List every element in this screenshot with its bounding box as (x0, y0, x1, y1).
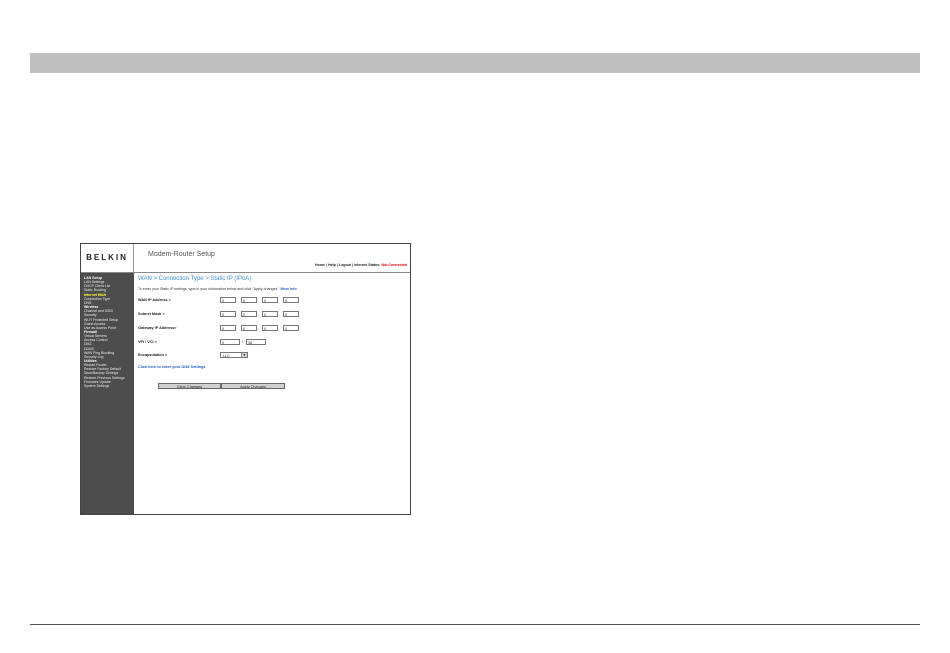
internet-status-value: Not Connected (381, 263, 407, 267)
footer-rule (30, 624, 920, 625)
dns-settings-link[interactable]: Click here to enter your DNS Settings (138, 365, 206, 369)
encapsulation-select[interactable]: LLC ▼ (220, 352, 248, 358)
wan-ip-octet-4[interactable]: 0 (283, 297, 299, 303)
sidebar-nav: LAN Setup LAN Settings DHCP Client List Sta… (81, 273, 134, 514)
more-info-link[interactable]: More Info (281, 287, 297, 291)
gateway-dot-2: . (258, 326, 260, 331)
vpi-vci-separator: / (242, 339, 244, 344)
wan-ip-octet-1[interactable]: 0 (220, 297, 236, 303)
main-content: WAN > Connection Type > Static IP (IPoA)… (134, 273, 410, 514)
gateway-octet-3[interactable]: 0 (262, 325, 278, 331)
subnet-octet-1[interactable]: 0 (220, 311, 236, 317)
top-header-band (30, 53, 920, 73)
subnet-dot-3: . (279, 312, 281, 317)
breadcrumb: WAN > Connection Type > Static IP (IPoA) (138, 276, 252, 282)
sidebar-item[interactable]: System Settings (84, 384, 109, 388)
gateway-octet-1[interactable]: 0 (220, 325, 236, 331)
gateway-label: Gateway IP Address> (138, 326, 177, 330)
vci-input[interactable]: 38 (246, 339, 266, 345)
subnet-octet-4[interactable]: 0 (283, 311, 299, 317)
subnet-octet-3[interactable]: 0 (262, 311, 278, 317)
wan-ip-dot-2: . (258, 298, 260, 303)
encapsulation-value: LLC (223, 354, 230, 358)
help-link[interactable]: Help (328, 263, 336, 267)
subnet-dot-2: . (258, 312, 260, 317)
router-screenshot: BELKIN Modem-Router Setup Home | Help | … (80, 243, 411, 515)
intro-text: To enter your Static IP settings, type i… (138, 287, 297, 291)
subnet-octet-2[interactable]: 0 (241, 311, 257, 317)
wan-ip-dot-3: . (279, 298, 281, 303)
apply-changes-button[interactable]: Apply Changes (221, 383, 285, 389)
clear-changes-button[interactable]: Clear Changes (158, 383, 221, 389)
vpi-input[interactable]: 0 (220, 339, 240, 345)
router-header: BELKIN Modem-Router Setup Home | Help | … (81, 244, 410, 273)
app-title: Modem-Router Setup (148, 251, 215, 258)
subnet-label: Subnet Mask > (138, 312, 165, 316)
vpi-vci-label: VPI / VCI > (138, 340, 157, 344)
gateway-dot-3: . (279, 326, 281, 331)
wan-ip-octet-3[interactable]: 0 (262, 297, 278, 303)
wan-ip-label: WAN IP Address > (138, 298, 171, 302)
belkin-logo: BELKIN (81, 244, 134, 272)
internet-status-label: Internet Status: (354, 263, 381, 267)
gateway-octet-2[interactable]: 0 (241, 325, 257, 331)
logout-link[interactable]: Logout (339, 263, 351, 267)
encapsulation-label: Encapsulation > (138, 353, 168, 357)
wan-ip-octet-2[interactable]: 0 (241, 297, 257, 303)
chevron-down-icon: ▼ (241, 353, 247, 357)
gateway-dot-1: . (237, 326, 239, 331)
top-links: Home | Help | Logout | Internet Status: … (315, 263, 407, 267)
intro-sentence: To enter your Static IP settings, type i… (138, 287, 280, 291)
wan-ip-dot-1: . (237, 298, 239, 303)
gateway-octet-4[interactable]: 0 (283, 325, 299, 331)
subnet-dot-1: . (237, 312, 239, 317)
home-link[interactable]: Home (315, 263, 325, 267)
